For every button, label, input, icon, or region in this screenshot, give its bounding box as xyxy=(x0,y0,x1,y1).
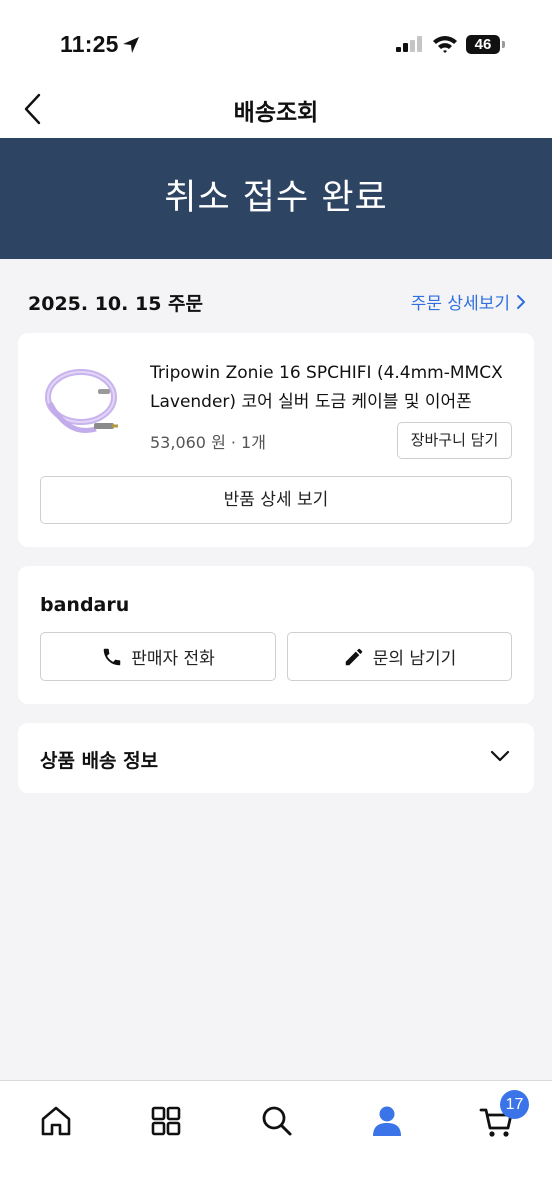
call-seller-label: 판매자 전화 xyxy=(131,649,215,669)
pencil-icon xyxy=(345,648,362,665)
product-card: Tripowin Zonie 16 SPCHIFI (4.4mm-MMCX La… xyxy=(18,333,534,547)
home-icon[interactable] xyxy=(36,1101,76,1141)
shipping-info-title: 상품 배송 정보 xyxy=(40,750,159,772)
location-arrow-icon xyxy=(123,37,139,53)
cart-count-badge: 17 xyxy=(500,1090,529,1119)
cellular-signal-icon xyxy=(396,36,422,52)
product-name[interactable]: Tripowin Zonie 16 SPCHIFI (4.4mm-MMCX La… xyxy=(150,359,510,417)
order-date: 2025. 10. 15 주문 xyxy=(28,293,204,315)
search-icon[interactable] xyxy=(257,1101,297,1141)
order-detail-link[interactable]: 주문 상세보기 xyxy=(411,289,526,314)
grid-icon[interactable] xyxy=(146,1101,186,1141)
order-header: 2025. 10. 15 주문 주문 상세보기 xyxy=(0,259,552,331)
profile-icon[interactable] xyxy=(367,1101,407,1141)
cancellation-status-banner: 취소 접수 완료 xyxy=(0,138,552,259)
leave-inquiry-label: 문의 남기기 xyxy=(372,649,457,669)
seller-card: bandaru 판매자 전화 문의 남기기 xyxy=(18,566,534,704)
battery-tip xyxy=(502,41,505,48)
add-to-cart-button[interactable]: 장바구니 담기 xyxy=(397,422,512,459)
page-title: 배송조회 xyxy=(233,100,319,126)
status-bar: 11:25 46 xyxy=(0,0,552,80)
phone-icon xyxy=(103,648,121,665)
order-detail-label: 주문 상세보기 xyxy=(410,294,510,314)
bottom-tab-bar xyxy=(0,1080,552,1200)
leave-inquiry-button[interactable]: 문의 남기기 xyxy=(287,632,512,681)
chevron-down-icon xyxy=(490,750,510,762)
product-thumbnail[interactable] xyxy=(38,359,124,445)
seller-name: bandaru xyxy=(40,594,130,616)
shipping-info-accordion[interactable]: 상품 배송 정보 xyxy=(18,723,534,793)
wifi-icon xyxy=(433,36,457,53)
call-seller-button[interactable]: 판매자 전화 xyxy=(40,632,276,681)
nav-bar: 배송조회 xyxy=(0,80,552,138)
product-price-quantity: 53,060 원 · 1개 xyxy=(150,433,266,452)
battery-icon: 46 xyxy=(466,35,500,54)
return-details-button[interactable]: 반품 상세 보기 xyxy=(40,476,512,524)
status-time: 11:25 xyxy=(60,31,119,57)
chevron-right-icon xyxy=(517,294,525,309)
